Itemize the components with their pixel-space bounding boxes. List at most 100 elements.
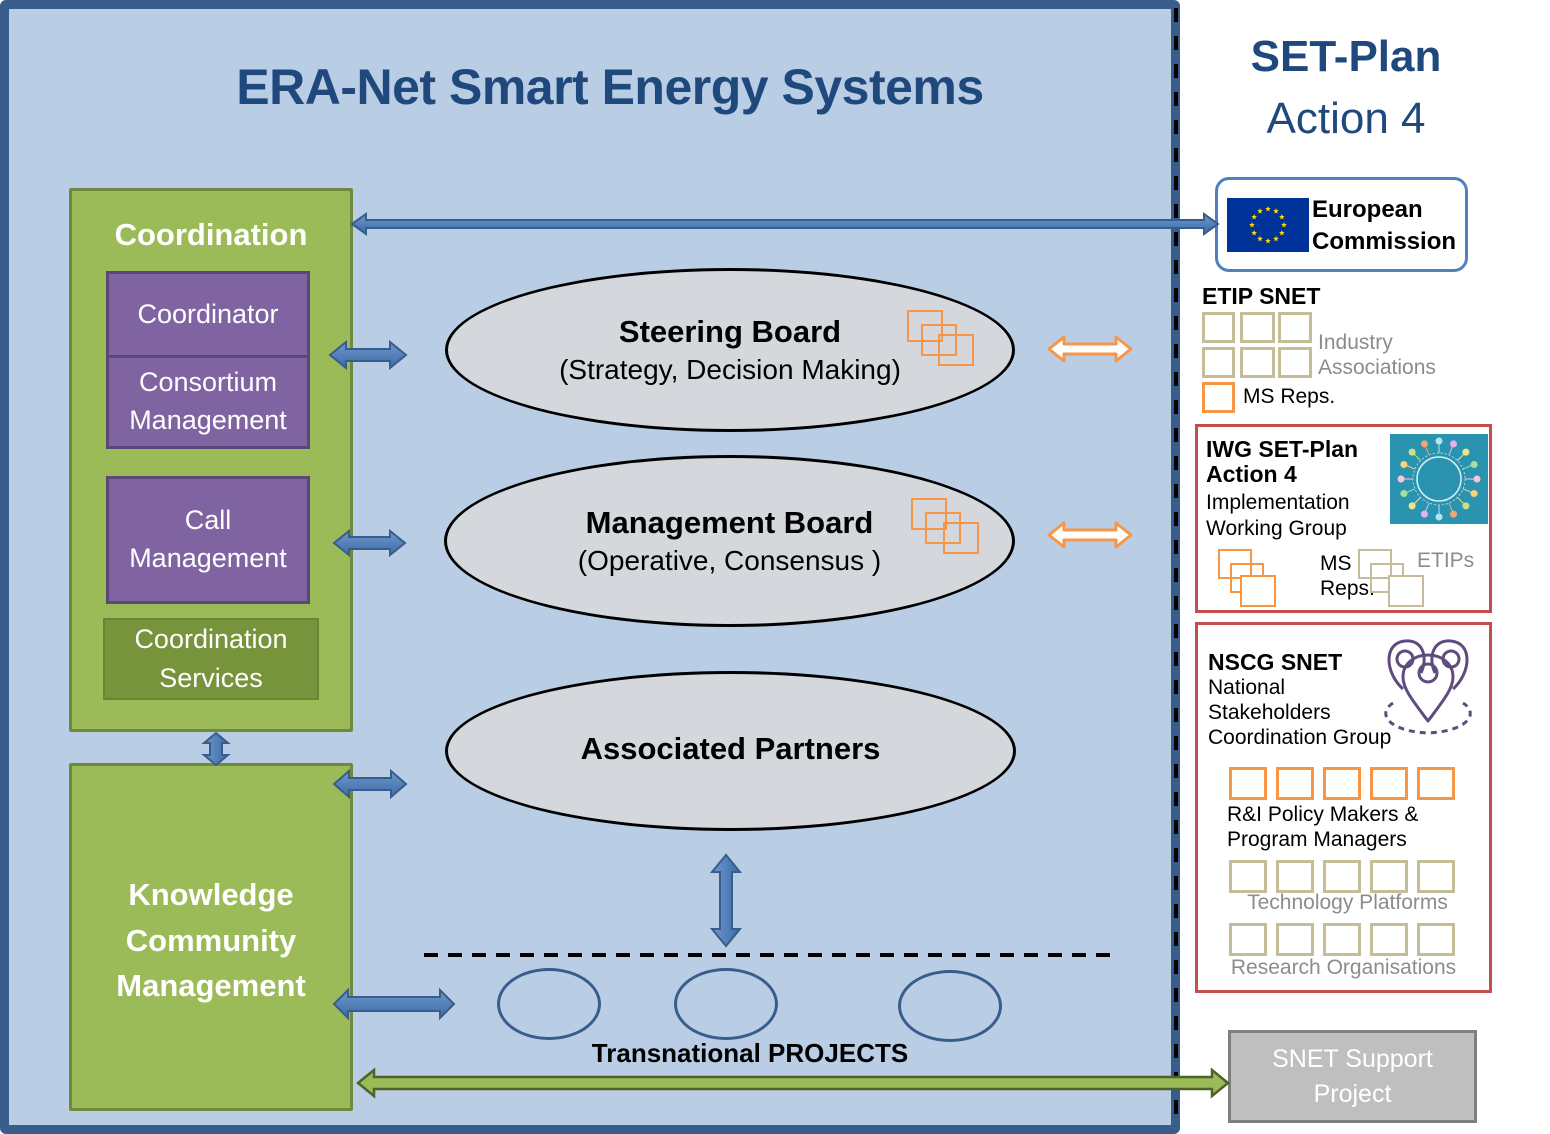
projects-dashed-separator bbox=[424, 953, 1112, 957]
ms-reps-square-icon bbox=[1240, 575, 1276, 607]
european-commission-label: European Commission bbox=[1312, 194, 1456, 257]
coordination-services-box[interactable]: Coordination Services bbox=[103, 618, 319, 700]
eu-star-icon bbox=[1273, 208, 1279, 214]
coordination-title: Coordination bbox=[114, 217, 308, 252]
coordinator-box[interactable]: Coordinator bbox=[106, 271, 310, 358]
policy-maker-square-icon bbox=[1229, 767, 1267, 800]
set-plan-title: SET-Plan Action 4 bbox=[1190, 26, 1502, 149]
industry-associations-label: Industry Associations bbox=[1318, 330, 1436, 380]
project-circle[interactable] bbox=[898, 970, 1002, 1042]
project-circle[interactable] bbox=[497, 968, 601, 1040]
policy-makers-label: R&I Policy Makers & Program Managers bbox=[1227, 802, 1418, 852]
etips-square-icon bbox=[1388, 575, 1424, 607]
tech-platform-square-icon bbox=[1229, 860, 1267, 893]
etip-snet-title: ETIP SNET bbox=[1202, 283, 1321, 309]
tech-platform-square-icon bbox=[1276, 860, 1314, 893]
management-members-icon bbox=[943, 522, 979, 554]
iwg-etips-label: ETIPs bbox=[1417, 549, 1475, 572]
eu-star-icon bbox=[1281, 222, 1287, 228]
consortium-label-1: Consortium bbox=[138, 367, 278, 398]
iwg-title-line2: Action 4 bbox=[1206, 461, 1297, 488]
nscg-sub-line1: National bbox=[1208, 676, 1286, 699]
call-label-2: Management bbox=[129, 543, 287, 573]
technology-platforms-label: Technology Platforms bbox=[1247, 891, 1448, 914]
eu-star-icon bbox=[1279, 214, 1285, 220]
nscg-snet-box[interactable]: NSCG SNET National Stakeholders Coordina… bbox=[1195, 622, 1492, 993]
policy-maker-square-icon bbox=[1276, 767, 1314, 800]
kcm-line-3: Management bbox=[116, 968, 306, 1004]
policy-line1: R&I Policy Makers & bbox=[1227, 803, 1419, 826]
european-commission-box[interactable]: European Commission bbox=[1215, 177, 1468, 272]
eu-star-icon bbox=[1251, 230, 1257, 236]
research-organisations-label: Research Organisations bbox=[1230, 956, 1457, 979]
eu-star-icon bbox=[1273, 235, 1279, 242]
industry-square-icon bbox=[1202, 312, 1235, 343]
steering-board-subtitle: (Strategy, Decision Making) bbox=[559, 354, 901, 385]
services-label-2: Services bbox=[159, 663, 263, 693]
eu-star-icon bbox=[1257, 235, 1263, 242]
industry-square-icon bbox=[1240, 347, 1275, 378]
steering-members-icon bbox=[938, 334, 974, 366]
energy-network-illustration-icon bbox=[1390, 434, 1488, 524]
nscg-subtitle: National Stakeholders Coordination Group bbox=[1208, 675, 1391, 751]
kcm-line-1: Knowledge bbox=[128, 877, 294, 912]
tech-platform-square-icon bbox=[1323, 860, 1361, 893]
research-org-square-icon bbox=[1229, 923, 1267, 956]
boundary-dashed-line bbox=[1174, 8, 1178, 1128]
management-board-title: Management Board bbox=[585, 505, 874, 540]
industry-line-2: Associations bbox=[1318, 356, 1436, 380]
policy-maker-square-icon bbox=[1323, 767, 1361, 800]
consortium-label-2: Management bbox=[129, 405, 287, 435]
coordinator-label: Coordinator bbox=[137, 298, 279, 329]
management-board-subtitle: (Operative, Consensus ) bbox=[577, 545, 882, 576]
set-plan-title-line2: Action 4 bbox=[1266, 93, 1426, 143]
steering-board-title: Steering Board bbox=[618, 314, 842, 349]
nscg-sub-line3: Coordination Group bbox=[1208, 726, 1392, 750]
ec-line-2: Commission bbox=[1312, 227, 1457, 255]
industry-square-icon bbox=[1278, 347, 1312, 378]
nscg-title: NSCG SNET bbox=[1208, 649, 1343, 675]
transnational-projects-label: Transnational PROJECTS bbox=[591, 1038, 909, 1068]
eu-star-icon bbox=[1249, 222, 1255, 228]
iwg-sub-line2: Working Group bbox=[1206, 516, 1347, 540]
ms-reps-square-icon bbox=[1202, 382, 1235, 413]
knowledge-community-panel[interactable]: Knowledge Community Management bbox=[69, 763, 353, 1111]
industry-square-icon bbox=[1278, 312, 1312, 343]
main-title: ERA-Net Smart Energy Systems bbox=[236, 59, 984, 115]
kcm-line-2: Community bbox=[125, 922, 297, 958]
research-org-square-icon bbox=[1370, 923, 1408, 956]
eu-star-icon bbox=[1251, 214, 1257, 220]
eu-star-icon bbox=[1257, 208, 1263, 214]
coordination-panel[interactable]: Coordination Coordinator Consortium Mana… bbox=[69, 188, 353, 732]
consortium-management-box[interactable]: Consortium Management bbox=[106, 355, 310, 449]
iwg-ms-line2: Reps. bbox=[1320, 577, 1375, 601]
stakeholders-location-icon bbox=[1373, 633, 1483, 741]
industry-line-1: Industry bbox=[1318, 331, 1393, 354]
set-plan-title-line1: SET-Plan bbox=[1250, 32, 1442, 81]
eu-star-icon bbox=[1265, 238, 1271, 244]
services-label-1: Coordination bbox=[134, 623, 288, 654]
research-org-square-icon bbox=[1417, 923, 1455, 956]
policy-maker-square-icon bbox=[1417, 767, 1455, 800]
iwg-sub-line1: Implementation bbox=[1206, 491, 1350, 514]
industry-square-icon bbox=[1202, 347, 1235, 378]
call-label-1: Call bbox=[184, 505, 232, 536]
iwg-set-plan-box[interactable]: IWG SET-Plan Action 4 Implementation Wor… bbox=[1195, 424, 1492, 613]
eu-stars-icon bbox=[1249, 206, 1287, 244]
ec-line-1: European bbox=[1312, 196, 1423, 223]
iwg-title-line1: IWG SET-Plan bbox=[1206, 436, 1359, 462]
etip-ms-reps-label: MS Reps. bbox=[1243, 385, 1336, 408]
associated-partners-title: Associated Partners bbox=[580, 731, 881, 766]
snet-support-project-box[interactable]: SNET Support Project bbox=[1228, 1030, 1477, 1123]
eu-star-icon bbox=[1265, 206, 1271, 212]
project-circle[interactable] bbox=[674, 968, 778, 1040]
call-management-box[interactable]: Call Management bbox=[106, 476, 310, 604]
iwg-title: IWG SET-Plan Action 4 bbox=[1206, 436, 1359, 488]
snet-line-1: SNET Support bbox=[1272, 1044, 1433, 1073]
policy-maker-square-icon bbox=[1370, 767, 1408, 800]
research-org-square-icon bbox=[1276, 923, 1314, 956]
eu-star-icon bbox=[1279, 230, 1285, 236]
eu-flag-icon bbox=[1227, 198, 1309, 252]
associated-partners-node[interactable]: Associated Partners bbox=[445, 671, 1016, 831]
iwg-subtitle: Implementation Working Group bbox=[1206, 490, 1350, 541]
